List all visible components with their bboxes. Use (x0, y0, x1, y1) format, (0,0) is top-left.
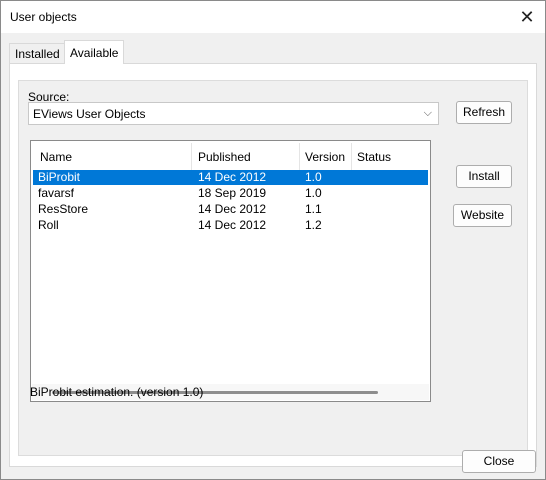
column-header-published[interactable]: Published (198, 150, 251, 164)
item-version: 1.0 (305, 186, 322, 200)
column-divider (351, 143, 352, 171)
list-item[interactable]: BiProbit 14 Dec 2012 1.0 (33, 170, 428, 185)
description-text: BiProbit estimation. (version 1.0) (30, 385, 204, 399)
column-header-name[interactable]: Name (40, 150, 72, 164)
item-name: Roll (38, 218, 59, 232)
list-item[interactable]: ResStore 14 Dec 2012 1.1 (33, 202, 428, 217)
chevron-down-icon: ⌵ (423, 107, 432, 119)
source-dropdown[interactable]: EViews User Objects ⌵ (28, 102, 439, 125)
tab-installed[interactable]: Installed (9, 43, 66, 63)
column-header-version[interactable]: Version (305, 150, 345, 164)
tab-available[interactable]: Available (64, 40, 125, 64)
item-version: 1.2 (305, 218, 322, 232)
item-published: 18 Sep 2019 (198, 186, 267, 200)
window-title: User objects (10, 10, 77, 24)
dialog-client: Installed Available Source: EViews User … (1, 33, 545, 479)
item-published: 14 Dec 2012 (198, 202, 267, 216)
close-icon[interactable]: ✕ (509, 1, 545, 33)
item-published: 14 Dec 2012 (198, 170, 267, 184)
item-name: favarsf (38, 186, 75, 200)
close-button[interactable]: Close (462, 450, 536, 473)
title-bar: User objects ✕ (1, 1, 545, 33)
column-divider (191, 143, 192, 171)
item-name: ResStore (38, 202, 89, 216)
install-button[interactable]: Install (456, 165, 512, 188)
item-name: BiProbit (38, 170, 81, 184)
item-published: 14 Dec 2012 (198, 218, 267, 232)
item-version: 1.1 (305, 202, 322, 216)
item-version: 1.0 (305, 170, 322, 184)
column-header-status[interactable]: Status (357, 150, 391, 164)
column-divider (299, 143, 300, 171)
list-item[interactable]: favarsf 18 Sep 2019 1.0 (33, 186, 428, 201)
refresh-button[interactable]: Refresh (456, 101, 512, 124)
user-objects-dialog: User objects ✕ Installed Available Sourc… (0, 0, 546, 480)
list-item[interactable]: Roll 14 Dec 2012 1.2 (33, 218, 428, 233)
objects-list[interactable]: Name Published Version Status BiProbit 1… (30, 140, 431, 402)
website-button[interactable]: Website (453, 204, 512, 227)
source-value: EViews User Objects (33, 107, 146, 121)
